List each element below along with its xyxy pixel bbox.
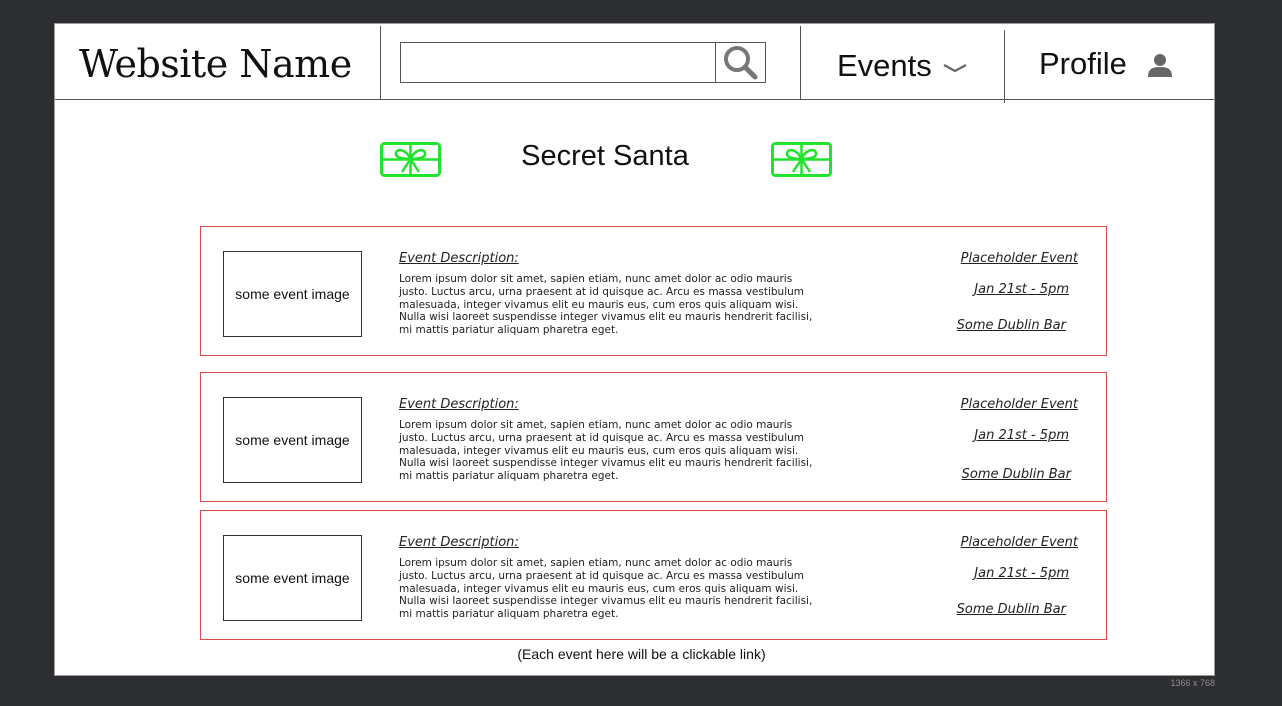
event-venue-link[interactable]: Some Dublin Bar [957, 602, 1066, 617]
person-icon [1147, 54, 1172, 77]
wireframe-canvas: Website Name Events Profile Secret Santa… [54, 23, 1215, 676]
canvas-size-label: 1366 x 768 [1170, 678, 1215, 688]
event-card[interactable]: some event image Event Description: Lore… [200, 510, 1107, 640]
header-divider [800, 26, 801, 99]
event-image-placeholder: some event image [223, 535, 362, 621]
event-date: Jan 21st - 5pm [974, 282, 1069, 297]
search-button[interactable] [716, 43, 765, 82]
gift-icon [380, 142, 441, 177]
event-image-placeholder: some event image [223, 251, 362, 337]
event-date: Jan 21st - 5pm [974, 428, 1069, 443]
event-image-placeholder: some event image [223, 397, 362, 483]
events-menu-label: Events [837, 48, 932, 83]
header-divider [380, 26, 381, 99]
footnote: (Each event here will be a clickable lin… [55, 646, 1216, 662]
event-venue-link[interactable]: Some Dublin Bar [962, 467, 1071, 482]
header-divider-line [55, 99, 1214, 100]
search-bar [400, 42, 766, 83]
header-divider [1004, 30, 1005, 103]
event-card[interactable]: some event image Event Description: Lore… [200, 226, 1107, 356]
page-title: Secret Santa [521, 140, 689, 172]
event-description-title: Event Description: [399, 251, 519, 266]
events-menu[interactable]: Events [837, 46, 968, 86]
gift-icon [771, 142, 832, 177]
event-name-link[interactable]: Placeholder Event [961, 535, 1078, 550]
profile-menu-label: Profile [1039, 46, 1127, 81]
chevron-down-icon [943, 64, 967, 73]
site-name[interactable]: Website Name [79, 42, 352, 86]
event-description-title: Event Description: [399, 535, 519, 550]
event-card[interactable]: some event image Event Description: Lore… [200, 372, 1107, 502]
event-description: Lorem ipsum dolor sit amet, sapien etiam… [399, 557, 813, 621]
event-name-link[interactable]: Placeholder Event [961, 251, 1078, 266]
event-description: Lorem ipsum dolor sit amet, sapien etiam… [399, 273, 813, 337]
event-name-link[interactable]: Placeholder Event [961, 397, 1078, 412]
footnote-text: (Each event here will be a clickable lin… [517, 646, 766, 662]
event-date: Jan 21st - 5pm [974, 566, 1069, 581]
event-description: Lorem ipsum dolor sit amet, sapien etiam… [399, 419, 813, 483]
search-icon [723, 45, 757, 79]
profile-menu[interactable]: Profile [1039, 44, 1173, 84]
event-description-title: Event Description: [399, 397, 519, 412]
event-venue-link[interactable]: Some Dublin Bar [957, 318, 1066, 333]
search-input[interactable] [401, 43, 716, 82]
